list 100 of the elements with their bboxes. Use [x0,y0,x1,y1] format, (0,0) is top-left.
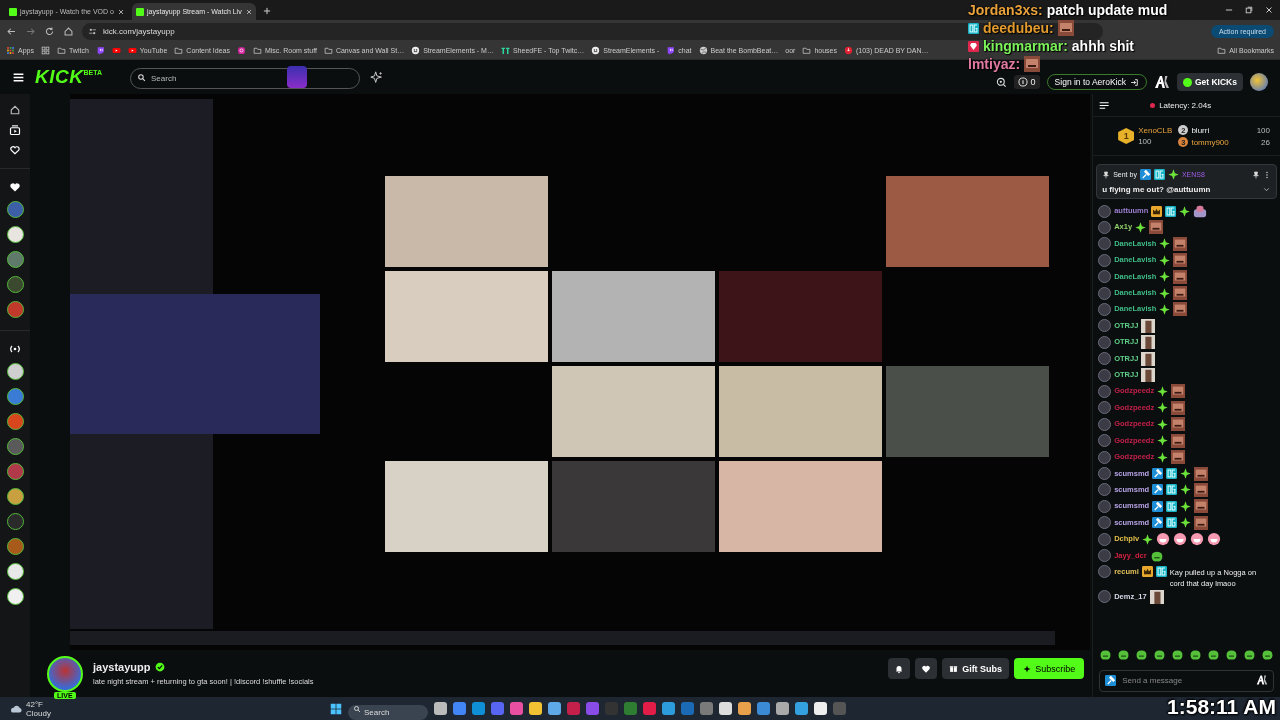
taskbar-app-icon[interactable] [510,702,523,715]
frog-emote-icon [1117,648,1131,661]
search-icon [137,72,146,82]
channel-avatar[interactable] [6,301,24,318]
sparkle-badge-icon [1157,451,1169,463]
emote-icon [1194,466,1209,481]
channel-avatar[interactable] [6,201,24,218]
taskbar-app-icon[interactable] [548,702,561,715]
sparkle-badge-icon [1179,205,1191,217]
zoom-icon[interactable] [995,76,1007,88]
home-icon[interactable] [63,25,74,37]
emote-icon [1173,236,1188,251]
channel-avatar[interactable] [6,588,24,605]
pin-icon[interactable] [1252,170,1260,179]
ak-logo-icon[interactable] [1153,74,1170,90]
reload-icon[interactable] [44,25,55,37]
avatar-icon [1098,590,1112,604]
taskbar-app-icon[interactable] [757,702,770,715]
bookmark[interactable] [40,46,50,55]
home-icon[interactable] [9,104,21,116]
site-info-icon[interactable] [88,26,97,36]
taskbar-app-icon[interactable] [453,702,466,715]
leaderboard-icon[interactable] [1099,99,1111,111]
sparkle-icon[interactable] [370,70,383,84]
hammer-badge-icon [1152,484,1164,496]
weather-text[interactable]: 42°F Cloudy [26,699,51,718]
avatar-icon [1098,385,1112,398]
bookmark[interactable] [111,46,121,55]
globe-icon [698,46,708,55]
taskbar-app-icon[interactable] [776,702,789,715]
channel-avatar[interactable] [6,251,24,268]
back-icon[interactable] [6,25,17,37]
taskbar-app-icon[interactable] [529,702,542,715]
video-icon[interactable] [9,124,21,136]
hammer-badge-icon [1139,169,1151,180]
live-icon [9,343,21,355]
get-kicks-button[interactable]: Get KICKs [1176,73,1243,91]
avatar-icon [1098,253,1112,267]
channel-name[interactable]: jaystayupp [93,661,151,673]
points-counter[interactable]: 0 [1013,75,1040,89]
emote-icon [1173,286,1188,301]
close-icon[interactable] [1264,5,1274,15]
message-field[interactable]: Send a message [1099,669,1274,692]
circle-logo-icon [843,46,853,55]
sparkle-badge-icon [1157,435,1169,447]
avatar-icon [1098,532,1112,546]
channel-avatar[interactable] [6,513,24,530]
kick-favicon-icon [9,7,17,16]
taskbar-app-icon[interactable] [795,702,808,715]
channel-avatar[interactable] [6,563,24,580]
forward-icon[interactable] [25,25,36,37]
bell-icon [894,663,905,674]
heart-icon[interactable] [9,144,21,156]
restore-icon[interactable] [1244,5,1254,15]
close-icon[interactable] [117,7,125,16]
channel-avatar[interactable] [6,388,24,405]
channel-avatar[interactable] [6,538,24,555]
leaderboard-name[interactable]: XenoCLB [1138,126,1173,135]
channel-avatar[interactable] [6,463,24,480]
leaderboard-name[interactable]: tommy900 [1191,137,1229,147]
overlay-username: deedubeu: [983,20,1054,36]
channel-avatar[interactable] [6,363,24,380]
emoji-icon [1173,532,1188,547]
new-tab-icon[interactable] [262,5,272,16]
emote-icon [1149,589,1164,604]
close-icon[interactable] [244,7,253,16]
search-field[interactable]: Search [130,67,360,89]
emote-icon [1171,417,1186,432]
bookmark[interactable] [236,46,246,55]
rank-badge: 1 [1118,128,1135,144]
notification-button[interactable] [888,658,911,679]
start-icon[interactable] [330,702,342,715]
leaderboard-name[interactable]: blurri [1191,125,1210,135]
bookmark[interactable] [95,46,105,55]
extension-icon[interactable] [287,65,307,88]
follow-button[interactable] [915,658,938,679]
avatar-icon [1098,335,1112,349]
more-icon[interactable] [1263,170,1271,179]
taskbar-app-icon[interactable] [434,702,447,715]
taskbar-search-field[interactable]: Search [348,705,428,720]
channel-avatar[interactable] [6,413,24,430]
folder-icon [252,46,262,55]
channel-avatar[interactable] [6,488,24,505]
gift-subs-button[interactable]: Gift Subs [942,658,1010,679]
taskbar-app-icon[interactable] [662,702,675,715]
user-avatar[interactable] [1250,73,1268,91]
gift-icon [949,664,959,673]
channel-avatar[interactable] [6,226,24,243]
channel-avatar[interactable] [6,276,24,293]
taskbar-app-icon[interactable] [814,702,827,715]
ak-logo-icon[interactable] [1256,674,1268,686]
taskbar-app-icon[interactable] [738,702,751,715]
channel-avatar[interactable] [6,438,24,455]
play-icon [127,46,137,55]
emote-icon [1173,253,1188,268]
chevron-down-icon[interactable] [1262,185,1271,194]
subscribe-button[interactable]: Subscribe [1014,658,1085,679]
taskbar-app-icon[interactable] [472,702,485,715]
frog-emote-icon [1260,648,1274,661]
taskbar-app-icon[interactable] [719,702,732,715]
